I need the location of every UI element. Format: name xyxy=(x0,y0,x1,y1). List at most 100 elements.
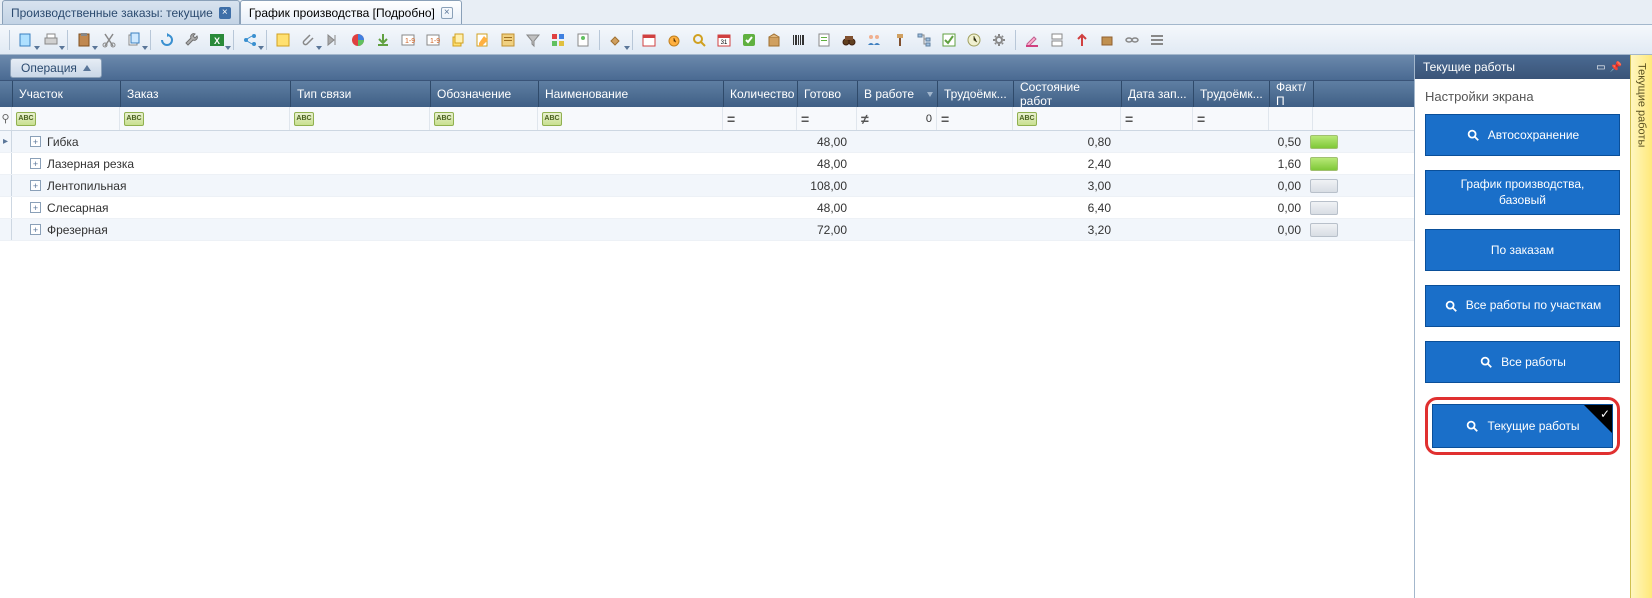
filter-zakaz[interactable]: ABC xyxy=(120,107,290,130)
filter-uchastok[interactable]: ABC xyxy=(12,107,120,130)
col-naimenovanie[interactable]: Наименование xyxy=(539,81,724,107)
binoculars-icon[interactable] xyxy=(837,28,861,52)
tool-icon[interactable] xyxy=(604,28,628,52)
filter-icon[interactable] xyxy=(521,28,545,52)
excel-icon[interactable]: X xyxy=(205,28,229,52)
expand-icon[interactable]: + xyxy=(30,180,41,191)
col-kolichestvo[interactable]: Количество xyxy=(724,81,798,107)
page-icon[interactable] xyxy=(812,28,836,52)
group-row[interactable]: ▸+Гибка48,000,800,50 xyxy=(0,131,1414,153)
expand-icon[interactable]: + xyxy=(30,202,41,213)
check-icon[interactable] xyxy=(737,28,761,52)
col-trudoemk1[interactable]: Трудоёмк... xyxy=(938,81,1014,107)
filter-sost[interactable]: ABC xyxy=(1013,107,1121,130)
link-icon[interactable] xyxy=(1120,28,1144,52)
copy-icon[interactable] xyxy=(122,28,146,52)
categories-icon[interactable] xyxy=(546,28,570,52)
filter-data[interactable]: = xyxy=(1121,107,1193,130)
btn-schedule-base[interactable]: График производства, базовый xyxy=(1425,170,1620,215)
highlight-icon[interactable] xyxy=(1020,28,1044,52)
users-icon[interactable] xyxy=(862,28,886,52)
calendar-icon[interactable] xyxy=(637,28,661,52)
group-row[interactable]: +Слесарная48,006,400,00 xyxy=(0,197,1414,219)
form-icon[interactable] xyxy=(496,28,520,52)
filter-vrabote[interactable]: ≠0 xyxy=(857,107,937,130)
expand-icon[interactable]: + xyxy=(30,158,41,169)
collapsed-dock-strip[interactable]: Текущие работы xyxy=(1630,55,1652,598)
checkbox-icon[interactable] xyxy=(937,28,961,52)
pie-chart-icon[interactable] xyxy=(346,28,370,52)
col-gotovo[interactable]: Готово xyxy=(798,81,858,107)
col-uchastok[interactable]: Участок xyxy=(13,81,121,107)
group-cell: +Лазерная резка xyxy=(12,157,794,171)
col-sostoyanie[interactable]: Состояние работ xyxy=(1014,81,1122,107)
filter-tr1[interactable]: = xyxy=(937,107,1013,130)
doc-icon[interactable] xyxy=(571,28,595,52)
tr1-cell: 3,00 xyxy=(1010,179,1118,193)
btn-all-by-area[interactable]: Все работы по участкам xyxy=(1425,285,1620,327)
progress-cell xyxy=(1308,201,1342,215)
btn-all-works[interactable]: Все работы xyxy=(1425,341,1620,383)
share-icon[interactable] xyxy=(238,28,262,52)
cut-icon[interactable] xyxy=(97,28,121,52)
gear-icon[interactable] xyxy=(987,28,1011,52)
col-tip-svyazi[interactable]: Тип связи xyxy=(291,81,431,107)
wrench-icon[interactable] xyxy=(180,28,204,52)
col-v-rabote[interactable]: В работе xyxy=(858,81,938,107)
expand-icon[interactable]: + xyxy=(30,136,41,147)
filter-fakt[interactable] xyxy=(1269,107,1313,130)
print-icon[interactable] xyxy=(39,28,63,52)
group-row[interactable]: +Фрезерная72,003,200,00 xyxy=(0,219,1414,241)
group-row[interactable]: +Лазерная резка48,002,401,60 xyxy=(0,153,1414,175)
hammer-icon[interactable] xyxy=(887,28,911,52)
calendar2-icon[interactable]: 31 xyxy=(712,28,736,52)
arrow-up-icon[interactable] xyxy=(1070,28,1094,52)
timer-icon[interactable] xyxy=(662,28,686,52)
num1-icon[interactable]: 1-9 xyxy=(396,28,420,52)
list-icon[interactable] xyxy=(1145,28,1169,52)
num2-icon[interactable]: 1-9 xyxy=(421,28,445,52)
col-oboznachenie[interactable]: Обозначение xyxy=(431,81,539,107)
search-icon[interactable] xyxy=(687,28,711,52)
filter-gotovo[interactable]: = xyxy=(797,107,857,130)
tab-production-orders[interactable]: Производственные заказы: текущие × xyxy=(2,0,240,24)
pin-icon[interactable]: 📌 xyxy=(1610,62,1622,73)
tab-production-schedule[interactable]: График производства [Подробно] × xyxy=(240,0,462,24)
btn-current-works-selected[interactable]: Текущие работы xyxy=(1425,397,1620,455)
edit-icon[interactable] xyxy=(471,28,495,52)
group-by-operation[interactable]: Операция xyxy=(10,58,102,78)
paste-icon[interactable] xyxy=(72,28,96,52)
attach-icon[interactable] xyxy=(296,28,320,52)
refresh-icon[interactable] xyxy=(155,28,179,52)
col-trudoemk2[interactable]: Трудоёмк... xyxy=(1194,81,1270,107)
close-icon[interactable]: × xyxy=(441,7,453,19)
filter-oboz[interactable]: ABC xyxy=(430,107,538,130)
barcode-icon[interactable] xyxy=(787,28,811,52)
package-icon[interactable] xyxy=(762,28,786,52)
filter-tip[interactable]: ABC xyxy=(290,107,430,130)
close-icon[interactable]: × xyxy=(219,7,231,19)
group-row[interactable]: +Лентопильная108,003,000,00 xyxy=(0,175,1414,197)
tree-icon[interactable] xyxy=(912,28,936,52)
duplicate-icon[interactable] xyxy=(446,28,470,52)
col-data-zap[interactable]: Дата зап... xyxy=(1122,81,1194,107)
filter-naim[interactable]: ABC xyxy=(538,107,723,130)
group-cell: +Гибка xyxy=(12,135,794,149)
page-break-icon[interactable] xyxy=(1045,28,1069,52)
box-icon[interactable] xyxy=(1095,28,1119,52)
btn-autosave[interactable]: Автосохранение xyxy=(1425,114,1620,156)
column-headers: Участок Заказ Тип связи Обозначение Наим… xyxy=(0,81,1414,107)
note-icon[interactable] xyxy=(271,28,295,52)
download-icon[interactable] xyxy=(371,28,395,52)
expand-icon[interactable]: + xyxy=(30,224,41,235)
skip-icon[interactable] xyxy=(321,28,345,52)
window-icon[interactable]: ▭ xyxy=(1596,62,1605,73)
btn-by-orders[interactable]: По заказам xyxy=(1425,229,1620,271)
filter-tr2[interactable]: = xyxy=(1193,107,1269,130)
filter-qty[interactable]: = xyxy=(723,107,797,130)
clock-icon[interactable] xyxy=(962,28,986,52)
col-fakt[interactable]: Факт/П xyxy=(1270,81,1314,107)
col-zakaz[interactable]: Заказ xyxy=(121,81,291,107)
filter-indicator[interactable]: ⚲ xyxy=(0,107,12,130)
new-icon[interactable] xyxy=(14,28,38,52)
